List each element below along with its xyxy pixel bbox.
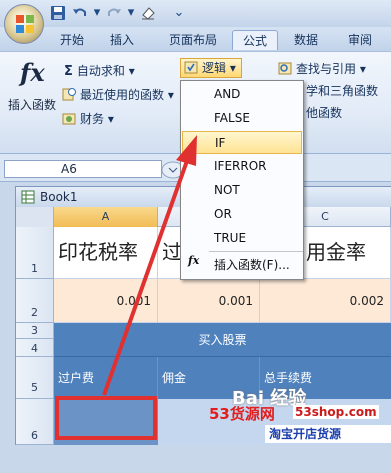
financial-caret-icon: ▾ <box>107 112 114 126</box>
select-all-corner[interactable] <box>16 207 54 227</box>
cell-b2[interactable]: 0.001 <box>158 279 260 323</box>
recently-used-label: 最近使用的函数 <box>80 88 165 102</box>
lookup-reference-label: 查找与引用 <box>296 62 357 76</box>
autosum-label: 自动求和 <box>76 64 125 78</box>
logical-functions-menu: AND FALSE IF IFERROR NOT OR TRUE fx 插入函数… <box>180 80 304 280</box>
tab-home[interactable]: 开始 <box>52 30 92 50</box>
redo-icon[interactable] <box>106 5 122 21</box>
site-url-text: 53shop.com <box>293 405 379 419</box>
menu-item-insert-function[interactable]: fx 插入函数(F)... <box>182 254 302 277</box>
financial-icon <box>62 113 76 125</box>
cell-a5[interactable]: 过户费 <box>54 357 158 399</box>
insert-function-menu-label: 插入函数(F)... <box>214 258 290 272</box>
math-trig-label: 学和三角函数 <box>306 84 379 98</box>
excel-workbook-icon <box>21 190 35 204</box>
fx-small-icon: fx <box>188 254 200 267</box>
cell-a1[interactable]: 印花税率 <box>54 227 158 279</box>
customize-quick-access-icon[interactable]: ⌄ <box>170 4 188 22</box>
more-functions-label: 他函数 <box>306 106 343 120</box>
insert-function-label: 插入函数 <box>8 98 57 112</box>
financial-label: 财务 <box>80 112 105 126</box>
undo-dropdown-icon[interactable]: ▾ <box>88 4 106 22</box>
tab-data[interactable]: 数据 <box>286 30 326 50</box>
site-watermark-top: 53货源网 53shop.com <box>209 403 391 423</box>
site-watermark: 53货源网 53shop.com 淘宝开店货源 <box>209 403 391 445</box>
autosum-button[interactable]: Σ 自动求和 ▾ <box>64 62 135 80</box>
math-trig-button[interactable]: 学和三角函数 <box>306 82 378 100</box>
tab-insert[interactable]: 插入 <box>102 30 142 50</box>
workbook-title: Book1 <box>40 190 78 204</box>
autosum-caret-icon: ▾ <box>128 64 135 78</box>
menu-item-and[interactable]: AND <box>182 83 302 106</box>
selection-highlight-box <box>55 396 157 440</box>
lookup-reference-button[interactable]: 查找与引用 ▾ <box>278 60 366 78</box>
tab-page-layout[interactable]: 页面布局 <box>160 30 226 50</box>
site-tagline-text: 淘宝开店货源 <box>265 425 391 443</box>
column-header-a[interactable]: A <box>54 207 158 227</box>
recently-used-caret-icon: ▾ <box>167 88 174 102</box>
save-icon[interactable] <box>50 5 66 21</box>
cell-c2[interactable]: 0.002 <box>260 279 391 323</box>
recently-used-button[interactable]: 最近使用的函数 ▾ <box>62 86 174 104</box>
redo-dropdown-icon[interactable]: ▾ <box>122 4 140 22</box>
undo-icon[interactable] <box>72 5 88 21</box>
lookup-icon <box>278 62 292 75</box>
tab-review[interactable]: 审阅 <box>340 30 380 50</box>
more-functions-button[interactable]: 他函数 <box>306 104 342 122</box>
logical-icon <box>184 61 198 74</box>
sigma-icon: Σ <box>64 64 73 79</box>
insert-function-button[interactable]: fx 插入函数 <box>4 56 60 118</box>
tab-formulas[interactable]: 公式 <box>232 30 278 50</box>
logical-caret-icon: ▾ <box>229 61 236 75</box>
name-box-value: A6 <box>61 162 77 176</box>
menu-divider <box>209 251 303 252</box>
row-header-1[interactable]: 1 <box>16 227 54 279</box>
menu-item-iferror[interactable]: IFERROR <box>182 155 302 178</box>
row-header-4[interactable]: 4 <box>16 339 54 357</box>
row-header-3[interactable]: 3 <box>16 323 54 339</box>
row-header-2[interactable]: 2 <box>16 279 54 323</box>
recent-functions-icon <box>62 88 76 101</box>
menu-item-true[interactable]: TRUE <box>182 227 302 250</box>
merged-header-buy-stock[interactable]: 买入股票 <box>54 323 391 357</box>
site-brand-text: 53货源网 <box>209 405 275 423</box>
row-header-5[interactable]: 5 <box>16 357 54 399</box>
logical-button[interactable]: 逻辑 ▾ <box>180 58 242 78</box>
menu-item-not[interactable]: NOT <box>182 179 302 202</box>
menu-item-if[interactable]: IF <box>182 131 302 154</box>
lookup-caret-icon: ▾ <box>359 62 366 76</box>
fx-icon: fx <box>20 58 45 87</box>
menu-item-false[interactable]: FALSE <box>182 107 302 130</box>
logical-label: 逻辑 <box>202 61 227 75</box>
office-logo-icon <box>16 15 34 33</box>
row-header-6[interactable]: 6 <box>16 399 54 445</box>
office-button[interactable] <box>4 4 44 44</box>
cell-a2[interactable]: 0.001 <box>54 279 158 323</box>
menu-item-or[interactable]: OR <box>182 203 302 226</box>
eraser-icon[interactable] <box>140 5 156 21</box>
financial-button[interactable]: 财务 ▾ <box>62 110 114 128</box>
name-box[interactable]: A6 <box>4 160 162 178</box>
